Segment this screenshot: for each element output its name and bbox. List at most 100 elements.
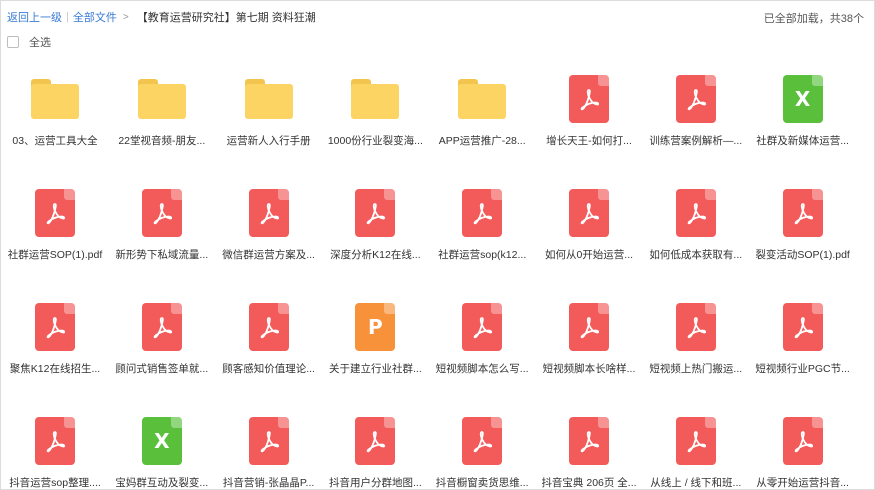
file-icon-wrap [536,405,642,465]
file-item[interactable]: 顾问式销售签单就... [109,291,215,396]
acrobat-glyph [794,203,813,225]
folder-icon [351,79,400,119]
file-icon-wrap [322,405,428,465]
file-item[interactable]: 22堂视音频-朋友... [109,63,215,168]
page-fold [811,189,823,200]
file-name: 如何从0开始运营... [544,249,634,261]
file-name: 抖音运营sop整理.... [9,477,101,489]
file-name: 短视频行业PGC节... [755,363,850,375]
pdf-icon [355,417,396,465]
file-item[interactable]: 聚焦K12在线招生... [2,291,108,396]
file-item[interactable]: 短视频脚本怎么写... [429,291,535,396]
page-fold [704,417,716,428]
file-icon-wrap [2,63,108,123]
file-name: 裂变活动SOP(1).pdf [755,249,850,261]
folder-body [137,84,186,119]
file-name: 新形势下私域流量... [115,249,209,261]
select-all-toggle[interactable]: 全选 [7,34,51,50]
acrobat-glyph [473,317,493,339]
pdf-icon [462,417,503,465]
folder-icon [137,79,186,119]
acrobat-glyph [367,203,386,225]
file-item[interactable]: 抖音运营sop整理.... [2,405,108,490]
page-fold [491,303,503,314]
acrobat-glyph [794,431,813,453]
file-item[interactable]: 短视频上热门搬运... [643,291,749,396]
acrobat-glyph [473,203,493,225]
file-name: 深度分析K12在线... [330,249,421,261]
file-item[interactable]: 训练营案例解析—... [643,63,749,168]
file-name: APP运营推广-28... [438,135,526,147]
file-item[interactable]: 从零开始运营抖音... [750,405,856,490]
file-item[interactable]: 抖音宝典 206页 全... [536,405,642,490]
file-item[interactable]: 抖音用户分群地图... [322,405,428,490]
page-fold [598,75,609,86]
file-item[interactable]: 社群运营sop(k12... [429,177,535,282]
file-icon-wrap [643,291,749,351]
file-item[interactable]: 新形势下私域流量... [109,177,215,282]
file-item[interactable]: 微信群运营方案及... [216,177,322,282]
pdf-icon [569,303,609,351]
file-item[interactable]: 社群运营SOP(1).pdf [2,177,108,282]
file-item[interactable]: X 社群及新媒体运营... [750,63,856,168]
file-icon-wrap [429,405,535,465]
folder-body [244,84,293,119]
file-icon-wrap [109,63,215,123]
acrobat-glyph [260,203,279,225]
pdf-icon [141,303,182,351]
page-fold [64,189,75,200]
page-fold [277,303,289,314]
file-item[interactable]: 短视频脚本长啥样... [536,291,642,396]
page-fold [811,75,823,86]
file-icon-wrap [536,177,642,237]
file-type-letter: X [794,87,811,111]
select-all-checkbox[interactable] [7,36,19,48]
file-name: 宝妈群互动及裂变... [115,477,209,489]
acrobat-glyph [794,317,813,339]
file-icon-wrap: P [322,291,428,351]
file-name: 如何低成本获取有... [649,249,743,261]
file-name: 增长天王-如何打... [546,135,632,147]
file-item[interactable]: 抖音橱窗卖货思维... [429,405,535,490]
file-item[interactable]: 裂变活动SOP(1).pdf [750,177,856,282]
file-item[interactable]: 深度分析K12在线... [322,177,428,282]
file-name: 抖音橱窗卖货思维... [435,477,529,489]
all-files-link[interactable]: 全部文件 [73,9,117,25]
breadcrumb-divider: | [66,11,69,23]
file-item[interactable]: 抖音营销-张晶晶P... [216,405,322,490]
file-item[interactable]: 短视频行业PGC节... [750,291,856,396]
file-icon-wrap [216,291,322,351]
file-name: 微信群运营方案及... [222,249,315,261]
file-item[interactable]: APP运营推广-28... [429,63,535,168]
file-item[interactable]: 从线上 / 线下和班... [643,405,749,490]
back-link[interactable]: 返回上一级 [7,9,62,25]
file-item[interactable]: 如何从0开始运营... [536,177,642,282]
file-name: 关于建立行业社群... [329,363,422,375]
file-icon-wrap [536,63,642,123]
folder-body [351,84,400,119]
file-item[interactable]: 03、运营工具大全 [2,63,108,168]
file-item[interactable]: 增长天王-如何打... [536,63,642,168]
file-item[interactable]: 顾客感知价值理论... [216,291,322,396]
file-name: 22堂视音频-朋友... [118,135,206,147]
file-icon-wrap [429,291,535,351]
file-item[interactable]: X 宝妈群互动及裂变... [109,405,215,490]
pdf-icon [675,75,716,123]
file-name: 聚焦K12在线招生... [9,363,101,375]
pdf-icon [248,417,289,465]
acrobat-glyph [473,431,493,453]
page-fold [491,189,503,200]
file-name: 训练营案例解析—... [649,135,743,147]
file-item[interactable]: P 关于建立行业社群... [322,291,428,396]
page-fold [598,417,609,428]
file-item[interactable]: 运营新人入行手册 [216,63,322,168]
file-item[interactable]: 1000份行业裂变海... [322,63,428,168]
file-item[interactable]: 如何低成本获取有... [643,177,749,282]
pdf-icon [35,189,75,237]
page-fold [170,303,182,314]
excel-icon: X [782,75,823,123]
file-name: 社群运营SOP(1).pdf [7,249,103,261]
file-icon-wrap [109,291,215,351]
pdf-icon [569,189,609,237]
file-icon-wrap [216,405,322,465]
